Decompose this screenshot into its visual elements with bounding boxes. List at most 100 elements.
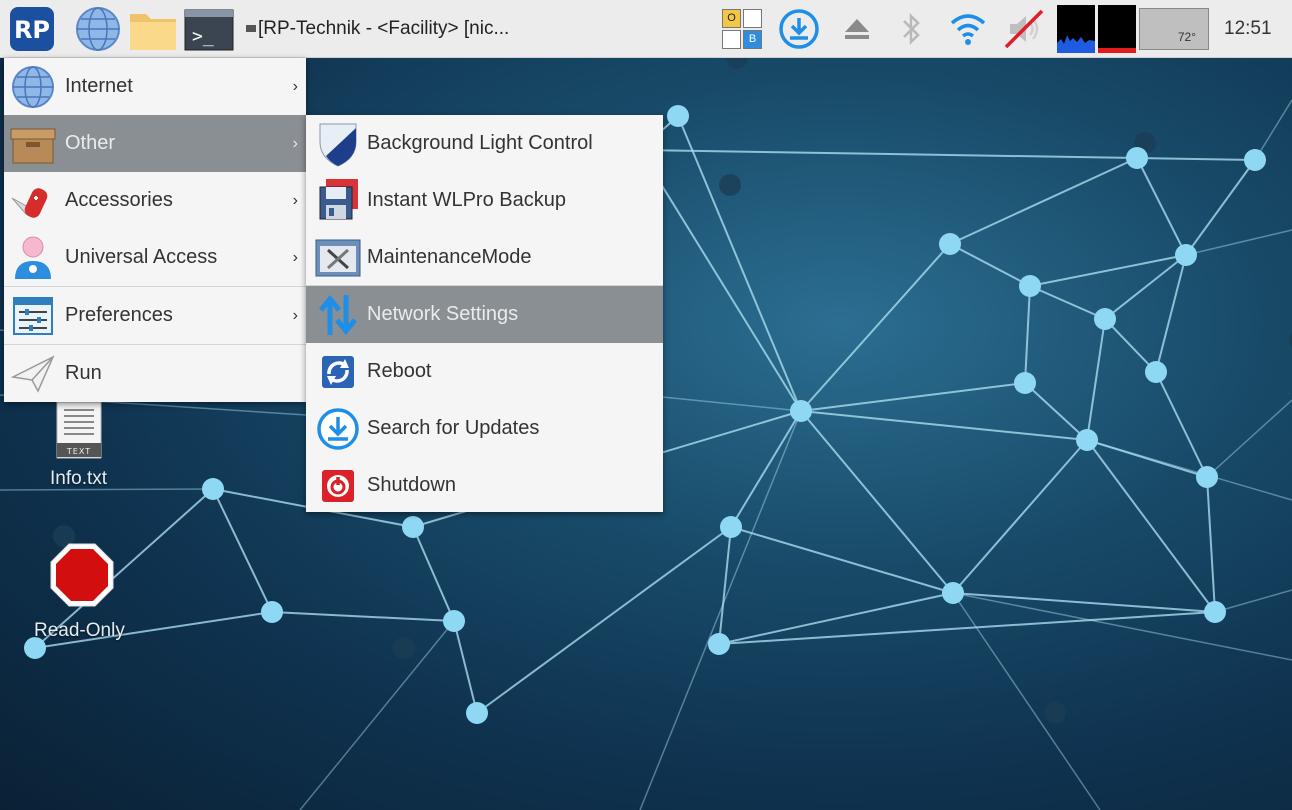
memory-monitor [1098,5,1136,53]
menu-item-label: Internet [65,75,133,97]
submenu-arrow-icon: › [292,307,298,324]
globe-icon[interactable] [74,5,122,53]
network-edge [639,149,1138,159]
network-node [1126,147,1148,169]
paper-plane-icon [10,355,55,393]
network-edge [1086,439,1216,613]
network-edge [453,620,478,714]
swiss-knife-icon [11,188,48,218]
box-icon [10,128,56,164]
submenu-item-reboot[interactable]: Reboot [306,343,663,400]
download-circle-icon [317,408,359,450]
desktop-icon-label: Read-Only [34,620,125,641]
network-edge [1104,318,1157,373]
network-node [1014,372,1036,394]
text-badge: TEXT [66,447,91,456]
svg-text:RP: RP [14,16,50,44]
network-edge [476,526,732,714]
submenu-item-search-for-updates[interactable]: Search for Updates [306,400,663,457]
submenu-arrow-icon: › [292,192,298,209]
network-node [1094,308,1116,330]
wifi-icon[interactable] [948,11,988,47]
network-edge [1029,254,1187,287]
eject-icon[interactable] [842,14,872,44]
menu-item-universal-access[interactable]: Universal Access › [4,229,306,286]
network-node [402,516,424,538]
network-edge [952,439,1088,594]
globe-icon [12,66,54,108]
submenu-item-network-settings[interactable]: Network Settings [306,286,663,343]
network-edge [1155,371,1208,478]
update-download-icon[interactable] [778,8,820,50]
desktop-icon-read-only[interactable]: Read-Only [22,542,142,652]
menu-item-preferences[interactable]: Preferences › [4,287,306,344]
shield-icon [319,123,357,167]
submenu-arrow-icon: › [292,135,298,152]
up-down-arrows-icon [319,295,357,335]
network-node [466,702,488,724]
network-edge [1214,589,1292,613]
network-edge [1206,476,1216,613]
temperature-monitor: 72° [1139,8,1209,50]
clock[interactable]: 12:51 [1224,14,1272,44]
folder-icon[interactable] [128,8,178,52]
indicator-empty [722,30,741,49]
network-node [708,633,730,655]
network-edge [677,115,802,412]
network-edge [1086,318,1106,441]
menu-item-other[interactable]: Other › [4,115,306,172]
desktop-icon-info-txt[interactable]: TEXT Info.txt [40,400,130,495]
rp-logo-icon[interactable]: RP [10,7,54,51]
volume-muted-icon[interactable] [1002,7,1046,51]
network-edge [952,592,1101,810]
submenu-item-background-light-control[interactable]: Background Light Control [306,115,663,172]
network-node [720,516,742,538]
network-node [1076,429,1098,451]
submenu-item-shutdown[interactable]: Shutdown [306,457,663,514]
network-node [261,601,283,623]
network-edge [1136,157,1187,256]
bluetooth-icon[interactable] [896,11,926,47]
network-edge [1024,285,1031,384]
network-edge [800,243,951,412]
window-button[interactable]: [RP-Technik - <Facility> [nic... [246,14,666,44]
network-edge [1206,399,1292,478]
network-node [1019,275,1041,297]
submenu-item-maintenancemode[interactable]: MaintenanceMode [306,229,663,286]
cpu-monitor [1057,5,1095,53]
submenu-item-instant-wlpro-backup[interactable]: Instant WLPro Backup [306,172,663,229]
network-edge [1136,157,1256,161]
submenu-item-label: Network Settings [367,303,519,325]
stop-sign-icon [50,543,114,607]
network-edge [800,382,1026,412]
menu-item-label: Other [65,132,116,154]
network-node [1244,149,1266,171]
submenu-arrow-icon: › [292,78,298,95]
menu-item-run[interactable]: Run [4,345,306,402]
menu-item-internet[interactable]: Internet › [4,58,306,115]
network-node-faint [1044,702,1066,724]
network-node [1145,361,1167,383]
network-node-faint [393,637,415,659]
network-edge [1024,382,1088,441]
menu-item-label: Run [65,362,102,384]
menu-item-accessories[interactable]: Accessories › [4,172,306,229]
network-edge [1104,254,1187,320]
submenu-item-label: Search for Updates [367,417,540,439]
menu-item-label: Preferences [65,304,173,326]
network-node [942,582,964,604]
terminal-icon[interactable]: >_ [184,9,234,51]
network-node [1204,601,1226,623]
svg-text:>_: >_ [192,26,214,47]
network-node [667,105,689,127]
sliders-icon [13,297,53,335]
network-edge [1155,254,1187,373]
indicator-empty [743,9,762,28]
submenu-item-label: Shutdown [367,474,456,496]
network-node [939,233,961,255]
network-edge [949,157,1138,245]
network-node [790,400,812,422]
network-node [202,478,224,500]
network-edge [412,526,455,622]
network-edge [718,526,732,645]
